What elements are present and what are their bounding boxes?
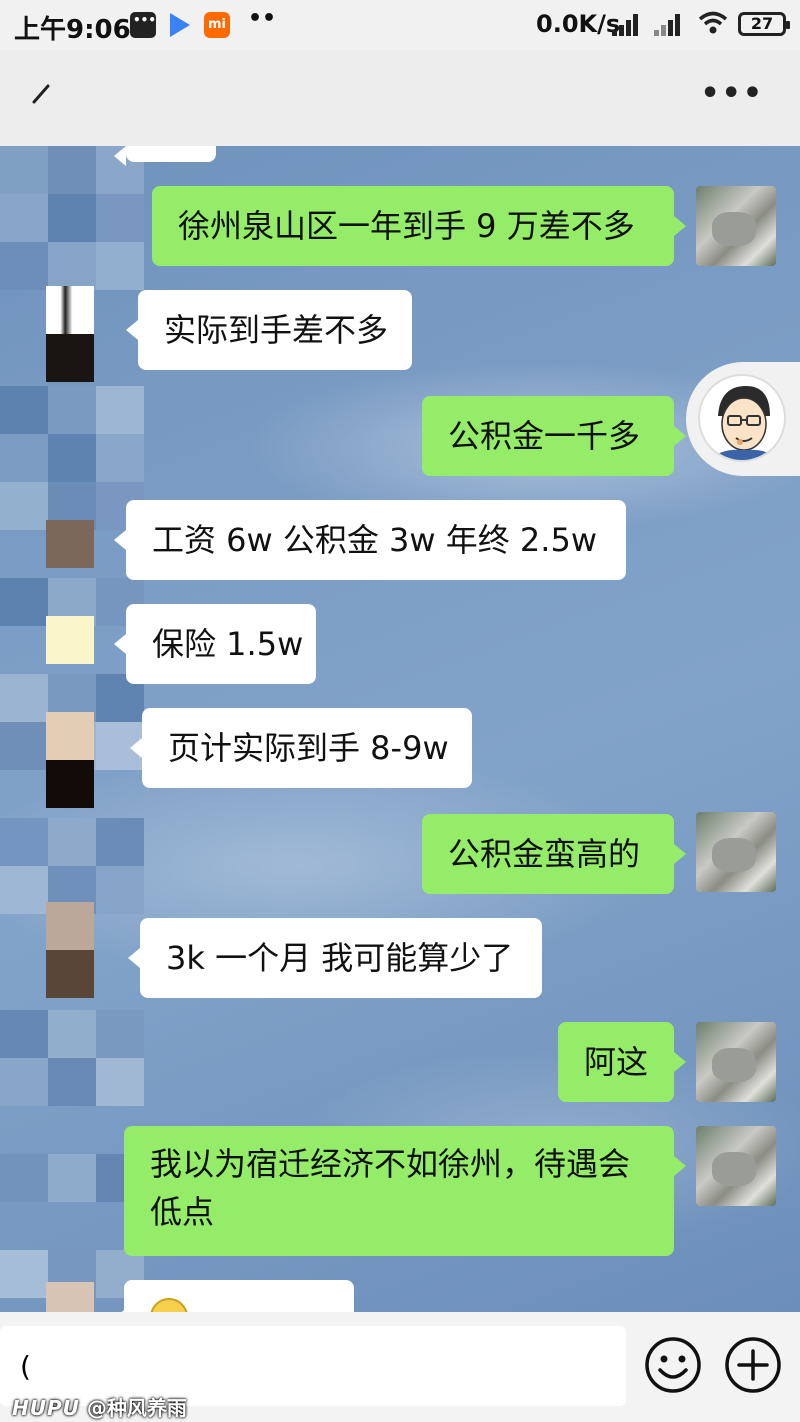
cartoon-avatar — [698, 374, 786, 462]
sender-avatar[interactable] — [46, 334, 94, 382]
chevron-left-icon[interactable] — [30, 84, 52, 106]
my-avatar[interactable] — [696, 812, 776, 892]
message-bubble-outgoing[interactable]: 徐州泉山区一年到手 9 万差不多 — [152, 186, 686, 266]
sender-avatar[interactable] — [46, 712, 94, 760]
signal-icon — [654, 14, 684, 36]
status-time: 上午9:06 — [14, 15, 131, 45]
battery-indicator: 27 — [738, 12, 790, 36]
wifi-icon — [698, 11, 728, 34]
sender-avatar[interactable] — [46, 520, 94, 568]
message-bubble-incoming[interactable] — [114, 146, 216, 166]
emoji-icon[interactable] — [644, 1336, 702, 1394]
message-bubble-incoming[interactable]: 实际到手差不多 — [126, 290, 412, 370]
message-notification-icon — [130, 12, 156, 38]
sender-avatar[interactable] — [46, 286, 94, 334]
message-bubble-outgoing[interactable]: 公积金蛮高的 — [422, 814, 686, 894]
sender-avatar[interactable] — [46, 1282, 94, 1312]
chat-area[interactable]: 徐州泉山区一年到手 9 万差不多 实际到手差不多 公积金一千多 工资 6w 公积… — [0, 146, 800, 1312]
message-bubble-incoming[interactable]: 工资 6w 公积金 3w 年终 2.5w — [114, 500, 626, 580]
floating-avatar-widget[interactable] — [686, 362, 800, 476]
more-notifications-icon: •• — [248, 6, 277, 31]
mi-app-icon: mi — [204, 12, 230, 38]
signal-icon — [612, 14, 642, 36]
network-speed: 0.0K/s — [536, 10, 621, 38]
message-bubble-incoming[interactable]: 3k 一个月 我可能算少了 — [128, 918, 542, 998]
sender-avatar[interactable] — [46, 616, 94, 664]
my-avatar[interactable] — [696, 1022, 776, 1102]
message-bubble-outgoing[interactable]: 阿这 — [558, 1022, 686, 1102]
message-bubble-incoming[interactable]: 页计实际到手 8-9w — [130, 708, 472, 788]
watermark: HUPU @种风养雨 — [12, 1392, 187, 1421]
sender-avatar[interactable] — [46, 950, 94, 998]
watermark-author: @种风养雨 — [86, 1396, 187, 1420]
message-bubble-outgoing[interactable]: 公积金一千多 — [422, 396, 686, 476]
my-avatar[interactable] — [696, 186, 776, 266]
sender-avatar[interactable] — [46, 902, 94, 950]
plus-icon[interactable] — [724, 1336, 782, 1394]
play-store-icon — [170, 13, 190, 37]
message-bubble-outgoing[interactable]: 我以为宿迁经济不如徐州，待遇会低点 — [124, 1126, 686, 1256]
status-bar: 上午9:06 mi •• 0.0K/s 27 — [0, 0, 800, 50]
watermark-brand: HUPU — [12, 1396, 80, 1420]
my-avatar[interactable] — [696, 1126, 776, 1206]
message-bubble-incoming[interactable]: 保险 1.5w — [114, 604, 316, 684]
chat-header: ••• — [0, 50, 800, 146]
sender-avatar[interactable] — [46, 760, 94, 808]
more-icon[interactable]: ••• — [700, 76, 764, 111]
